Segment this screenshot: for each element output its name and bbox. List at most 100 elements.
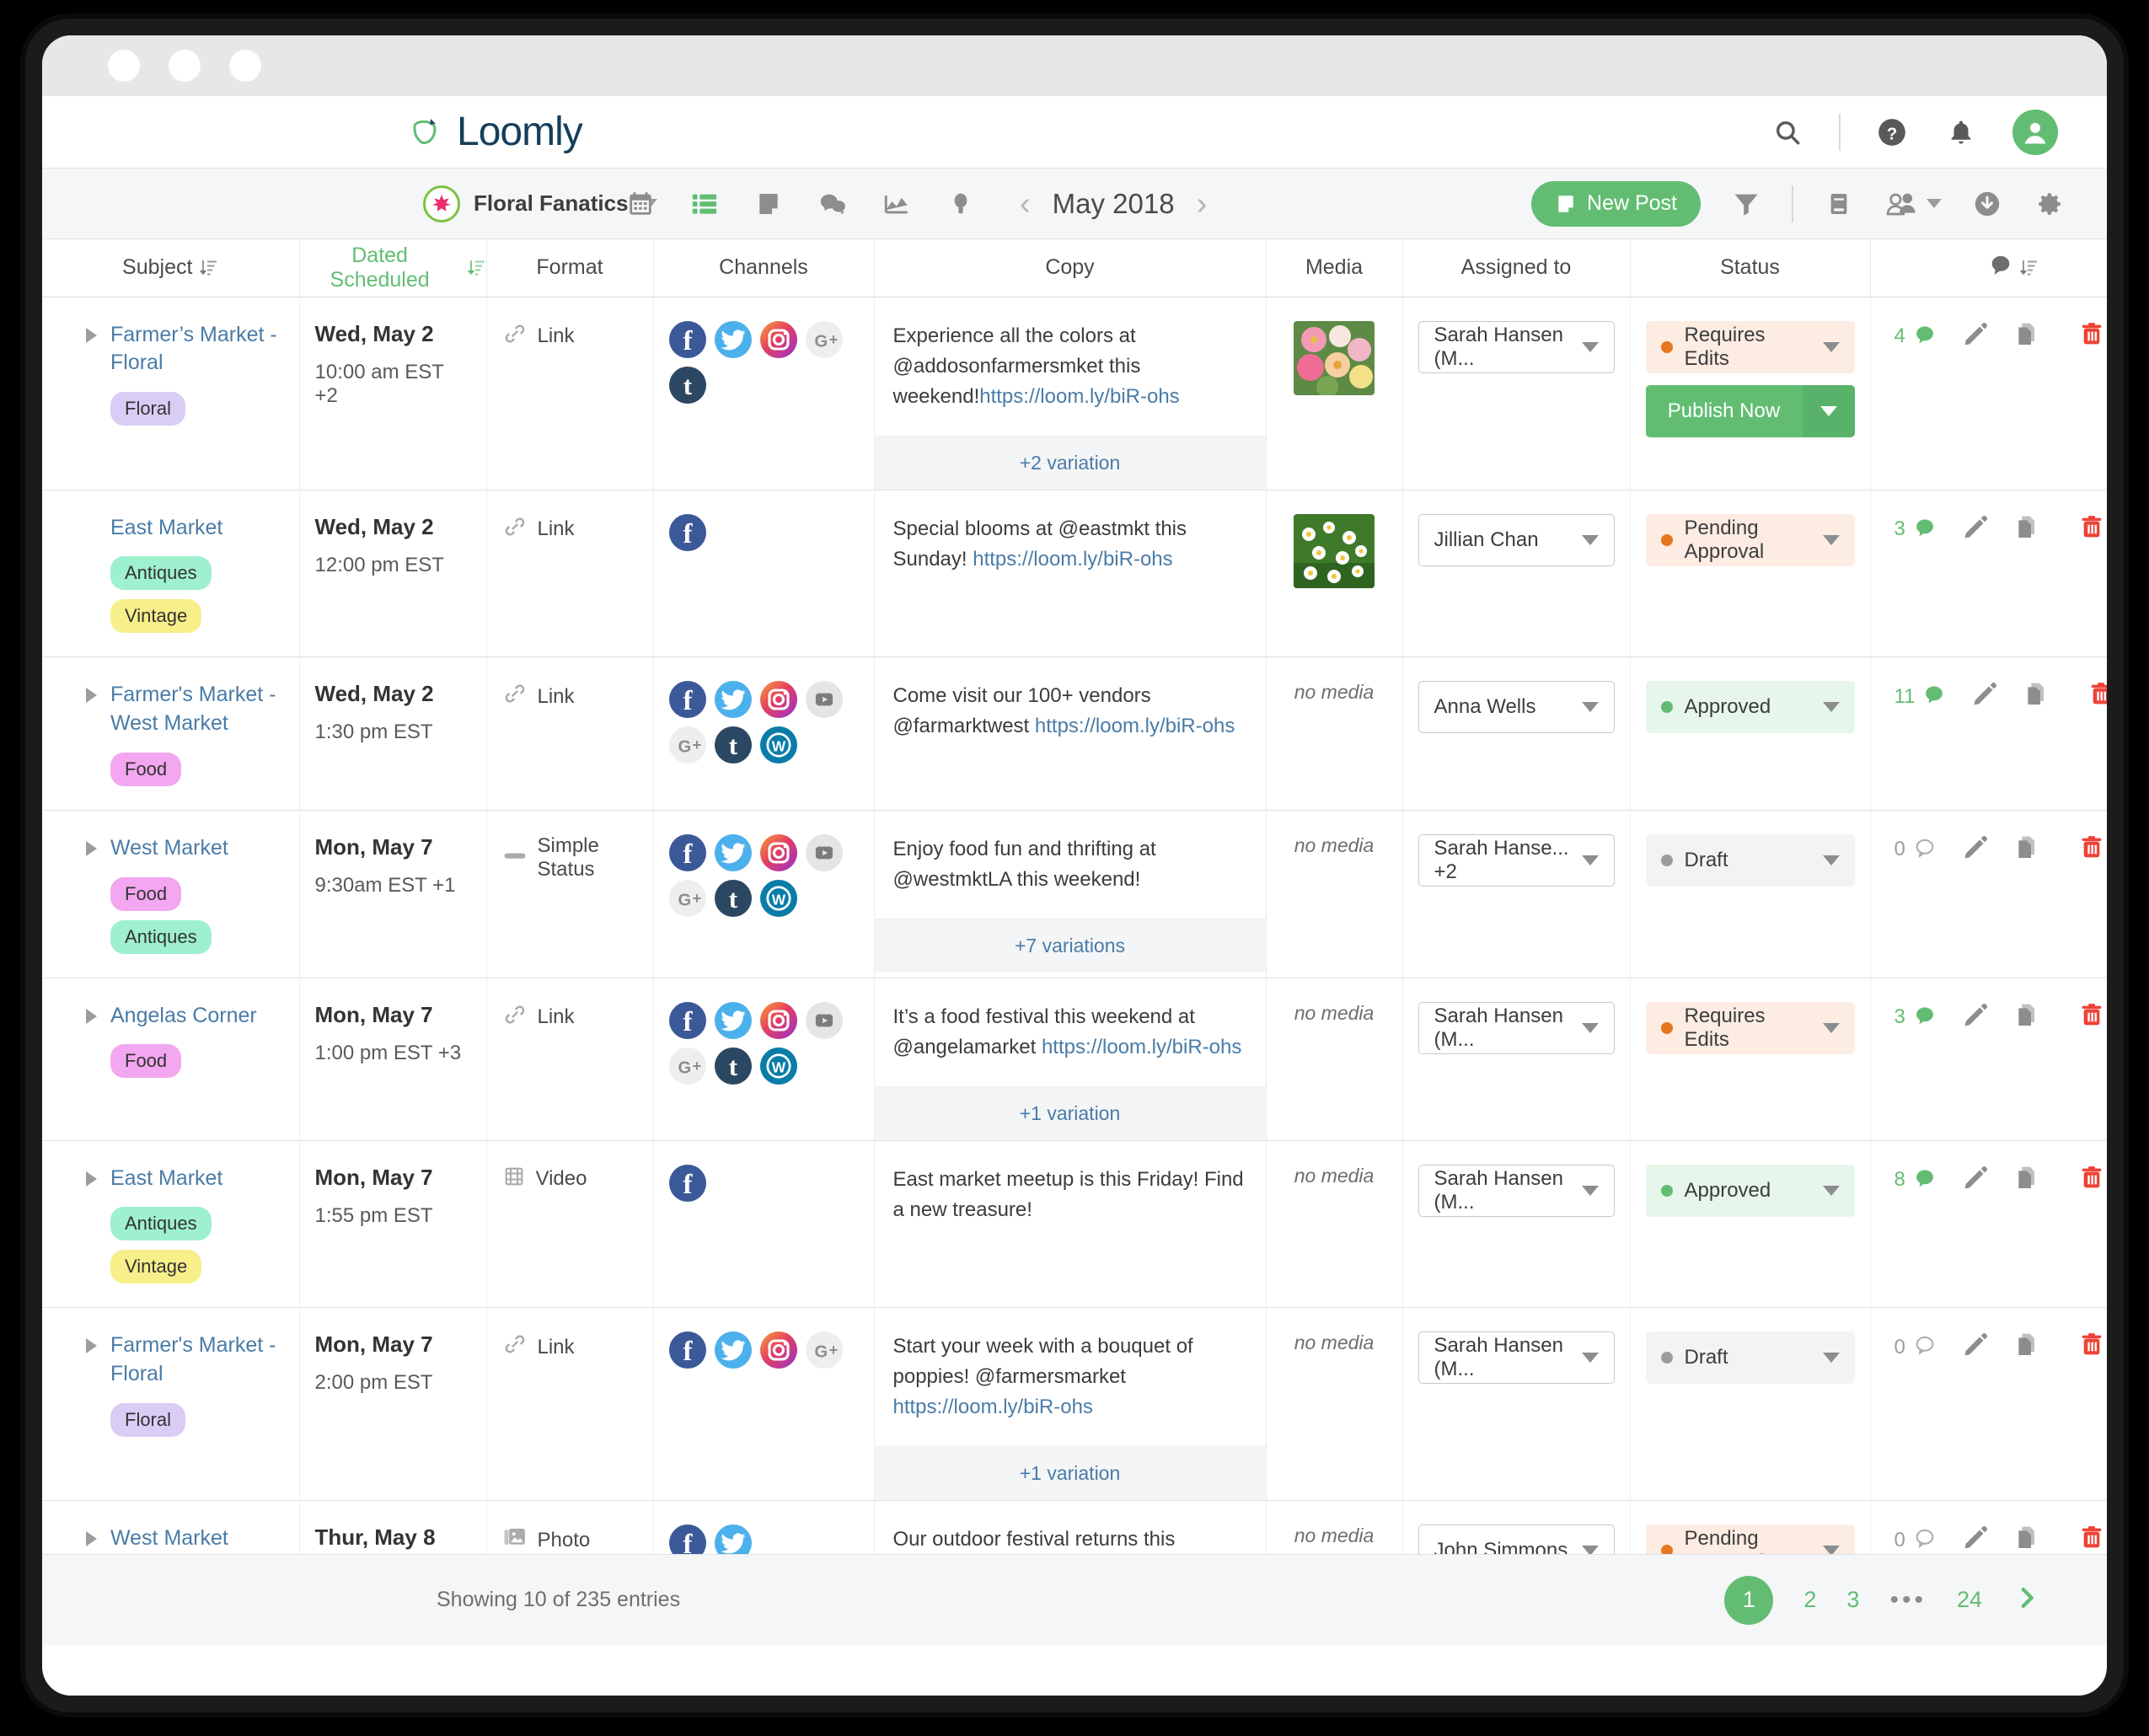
comments-count[interactable]: 0 — [1894, 1333, 1937, 1361]
duplicate-icon[interactable] — [2014, 321, 2041, 352]
comments-count[interactable]: 11 — [1894, 683, 1947, 710]
channel-wordpress-icon[interactable]: W — [759, 1047, 797, 1085]
channel-twitter-icon[interactable] — [714, 1524, 752, 1554]
channel-youtube-icon[interactable] — [805, 1001, 843, 1039]
assignee-dropdown[interactable]: Sarah Hansen (M... — [1417, 320, 1615, 373]
export-icon[interactable] — [1970, 187, 2004, 221]
calendar-icon[interactable] — [624, 187, 657, 221]
post-variations-link[interactable]: +1 variation — [874, 1446, 1266, 1501]
status-dropdown[interactable]: Requires Edits — [1645, 1001, 1855, 1054]
post-variations-link[interactable]: +7 variations — [874, 918, 1266, 972]
channel-facebook-icon[interactable]: f — [668, 513, 706, 551]
channel-facebook-icon[interactable]: f — [668, 320, 706, 358]
window-maximize-dot[interactable] — [169, 50, 201, 82]
next-month-button[interactable]: › — [1197, 188, 1208, 220]
settings-icon[interactable] — [2033, 187, 2066, 221]
channel-facebook-icon[interactable]: f — [668, 833, 706, 871]
row-expand-icon[interactable] — [86, 1338, 97, 1354]
channel-facebook-icon[interactable]: f — [668, 1331, 706, 1369]
comments-count[interactable]: 0 — [1894, 836, 1937, 864]
channel-instagram-icon[interactable] — [759, 320, 797, 358]
publish-options-caret[interactable] — [1802, 384, 1855, 437]
channel-twitter-icon[interactable] — [714, 681, 752, 719]
subject-link[interactable]: East Market — [110, 1166, 222, 1190]
edit-icon[interactable] — [1962, 321, 1989, 352]
subject-tag[interactable]: Antiques — [110, 919, 212, 954]
duplicate-icon[interactable] — [2014, 1165, 2041, 1196]
filter-icon[interactable] — [1729, 187, 1763, 221]
delete-icon[interactable] — [2078, 514, 2105, 545]
subject-tag[interactable]: Vintage — [110, 599, 202, 634]
row-expand-icon[interactable] — [86, 688, 97, 704]
sort-icon[interactable] — [468, 258, 486, 278]
row-expand-icon[interactable] — [86, 1171, 97, 1187]
duplicate-icon[interactable] — [2014, 1331, 2041, 1363]
channel-facebook-icon[interactable]: f — [668, 1001, 706, 1039]
column-header-subject[interactable]: Subject — [42, 239, 300, 297]
channel-instagram-icon[interactable] — [759, 681, 797, 719]
channel-wordpress-icon[interactable]: W — [759, 726, 797, 764]
edit-icon[interactable] — [1971, 681, 1998, 712]
status-dropdown[interactable]: Approved — [1645, 1164, 1855, 1217]
delete-icon[interactable] — [2078, 1331, 2105, 1363]
assignee-dropdown[interactable]: Sarah Hansen (M... — [1417, 1331, 1615, 1385]
analytics-icon[interactable] — [880, 187, 914, 221]
comments-count[interactable]: 8 — [1894, 1166, 1937, 1194]
column-header-dated-scheduled[interactable]: Dated Scheduled — [299, 239, 487, 297]
subject-link[interactable]: Angelas Corner — [110, 1004, 257, 1027]
channel-wordpress-icon[interactable]: W — [759, 879, 797, 917]
assignee-dropdown[interactable]: John Simmons — [1417, 1524, 1615, 1554]
channel-tumblr-icon[interactable]: t — [714, 726, 752, 764]
channel-tumblr-icon[interactable]: t — [714, 879, 752, 917]
status-dropdown[interactable]: Pending Approval — [1645, 513, 1855, 566]
subject-link[interactable]: Farmer's Market - West Market — [110, 683, 276, 735]
media-thumbnail[interactable] — [1294, 320, 1375, 395]
comments-count[interactable]: 0 — [1894, 1526, 1937, 1554]
channel-googleplus-icon[interactable]: G + — [668, 726, 706, 764]
delete-icon[interactable] — [2078, 834, 2105, 865]
channel-googleplus-icon[interactable]: G + — [668, 879, 706, 917]
status-dropdown[interactable]: Approved — [1645, 681, 1855, 734]
channel-facebook-icon[interactable]: f — [668, 1164, 706, 1202]
pagination-page-3[interactable]: 3 — [1846, 1587, 1859, 1613]
help-icon[interactable]: ? — [1874, 115, 1910, 150]
edit-icon[interactable] — [1962, 514, 1989, 545]
duplicate-icon[interactable] — [2023, 681, 2050, 712]
channel-tumblr-icon[interactable]: t — [714, 1047, 752, 1085]
comments-count[interactable]: 3 — [1894, 516, 1937, 544]
channel-facebook-icon[interactable]: f — [668, 681, 706, 719]
brand-selector[interactable]: Floral Fanatics — [423, 185, 657, 222]
channel-instagram-icon[interactable] — [759, 1331, 797, 1369]
channel-youtube-icon[interactable] — [805, 833, 843, 871]
channel-twitter-icon[interactable] — [714, 1001, 752, 1039]
delete-icon[interactable] — [2078, 1524, 2105, 1554]
row-expand-icon[interactable] — [86, 327, 97, 343]
subject-tag[interactable]: Floral — [110, 392, 186, 426]
subject-link[interactable]: West Market — [110, 1526, 228, 1550]
subject-tag[interactable]: Floral — [110, 1402, 186, 1437]
duplicate-icon[interactable] — [2014, 1524, 2041, 1554]
pagination-page-24[interactable]: 24 — [1957, 1587, 1982, 1613]
post-variations-link[interactable]: +1 variation — [874, 1085, 1266, 1140]
collaborators-icon[interactable] — [1884, 187, 1942, 221]
media-thumbnail[interactable] — [1294, 513, 1375, 588]
channel-googleplus-icon[interactable]: G + — [805, 1331, 843, 1369]
sort-icon[interactable] — [200, 258, 218, 278]
post-copy-link[interactable]: https://loom.ly/biR-ohs — [893, 1396, 1093, 1418]
status-dropdown[interactable]: Requires Edits — [1645, 320, 1855, 373]
publish-now-button[interactable]: Publish Now — [1645, 384, 1855, 437]
column-header-comments[interactable] — [1870, 239, 2107, 297]
channel-tumblr-icon[interactable]: t — [668, 366, 706, 404]
ideas-icon[interactable] — [944, 187, 978, 221]
assignee-dropdown[interactable]: Jillian Chan — [1417, 513, 1615, 566]
subject-tag[interactable]: Food — [110, 752, 182, 786]
status-dropdown[interactable]: Pending Approval — [1645, 1524, 1855, 1554]
row-expand-icon[interactable] — [86, 1008, 97, 1024]
subject-tag[interactable]: Antiques — [110, 1207, 212, 1241]
assignee-dropdown[interactable]: Sarah Hansen (M... — [1417, 1001, 1615, 1054]
search-icon[interactable] — [1770, 115, 1805, 150]
post-copy-link[interactable]: https://loom.ly/biR-ohs — [973, 548, 1172, 571]
post-copy-link[interactable]: https://loom.ly/biR-ohs — [979, 385, 1179, 408]
channel-instagram-icon[interactable] — [759, 833, 797, 871]
channel-twitter-icon[interactable] — [714, 320, 752, 358]
